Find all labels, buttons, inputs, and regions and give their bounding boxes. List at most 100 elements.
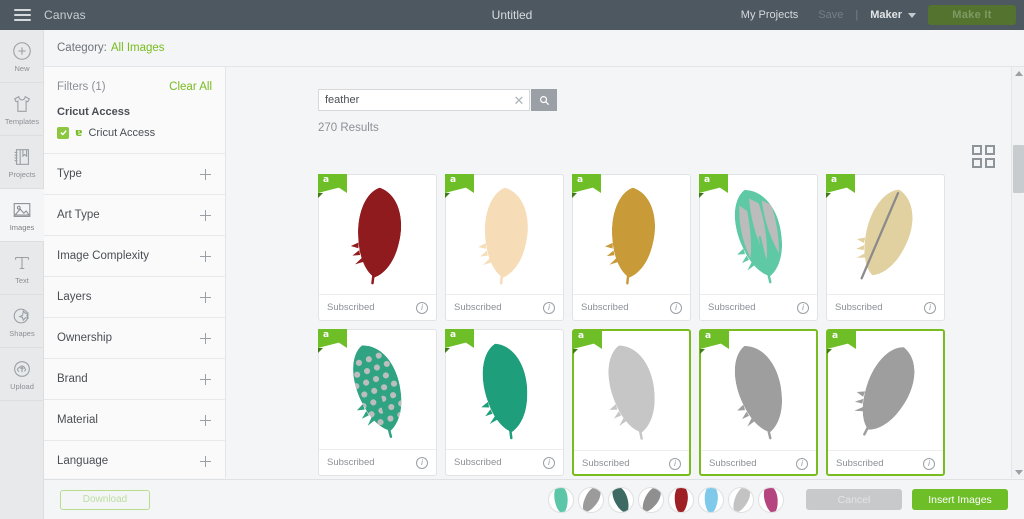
sidebar-item-projects[interactable]: Projects xyxy=(0,136,44,189)
plus-icon[interactable] xyxy=(200,373,211,385)
sidebar-item-text[interactable]: Text xyxy=(0,242,44,295)
sidebar-item-shapes[interactable]: Shapes xyxy=(0,295,44,348)
sidebar-item-images[interactable]: Images xyxy=(0,189,44,242)
image-icon xyxy=(11,199,33,221)
search-input[interactable] xyxy=(319,94,509,106)
subscribed-label: Subscribed xyxy=(835,302,883,313)
filter-group-image-complexity[interactable]: Image Complexity xyxy=(44,235,225,276)
feather-teal-gray-striped xyxy=(700,175,817,294)
image-card[interactable]: a Subscribed i xyxy=(318,174,437,321)
thumb-gray2-feather[interactable] xyxy=(638,486,664,513)
image-card[interactable]: a Subscribed i xyxy=(572,174,691,321)
image-card-footer: Subscribed i xyxy=(574,450,689,476)
scrollbar-thumb[interactable] xyxy=(1013,145,1024,193)
save-button[interactable]: Save xyxy=(808,9,853,21)
filter-group-brand[interactable]: Brand xyxy=(44,358,225,399)
filter-group-ownership[interactable]: Ownership xyxy=(44,317,225,358)
my-projects-link[interactable]: My Projects xyxy=(731,9,808,21)
image-card[interactable]: a Subscribed i xyxy=(445,329,564,476)
sidebar-item-upload[interactable]: Upload xyxy=(0,348,44,401)
scroll-down-button[interactable] xyxy=(1012,466,1024,478)
filter-group-type[interactable]: Type xyxy=(44,153,225,194)
info-icon[interactable]: i xyxy=(924,301,936,314)
cricut-access-heading: Cricut Access xyxy=(57,106,130,118)
cricut-access-checkbox-row[interactable]: ɐ Cricut Access xyxy=(57,126,212,139)
image-card[interactable]: a Subscribed i xyxy=(699,329,818,476)
grid-cell xyxy=(972,145,982,155)
feather-peach xyxy=(446,175,563,294)
image-card[interactable]: a Subscribed i xyxy=(699,174,818,321)
image-card-footer: Subscribed i xyxy=(827,294,944,320)
filter-group-art-type[interactable]: Art Type xyxy=(44,194,225,235)
hamburger-menu-icon[interactable] xyxy=(0,0,44,30)
image-card-footer: Subscribed i xyxy=(573,294,690,320)
search-icon xyxy=(539,95,549,105)
plus-icon[interactable] xyxy=(200,332,211,344)
checkbox-checked-icon[interactable] xyxy=(57,126,69,139)
image-card[interactable]: a Subscribed i xyxy=(826,329,945,476)
ribbon-fold xyxy=(445,193,450,198)
grid-cell xyxy=(972,158,982,168)
search-button[interactable] xyxy=(531,89,557,111)
sidebar-label-projects: Projects xyxy=(8,169,36,179)
cancel-button[interactable]: Cancel xyxy=(806,489,902,510)
plus-icon[interactable] xyxy=(200,414,211,426)
image-card[interactable]: a Subscribed i xyxy=(445,174,564,321)
info-icon[interactable]: i xyxy=(543,456,555,469)
canvas-label[interactable]: Canvas xyxy=(44,8,86,22)
image-card[interactable]: a Subscribed i xyxy=(826,174,945,321)
filter-group-material[interactable]: Material xyxy=(44,399,225,440)
plus-icon[interactable] xyxy=(200,291,211,303)
machine-selector[interactable]: Maker xyxy=(860,9,920,21)
plus-icon[interactable] xyxy=(200,168,211,180)
thumb-dark-teal-feather[interactable] xyxy=(608,486,634,513)
sidebar-label-shapes: Shapes xyxy=(9,328,35,338)
info-icon[interactable]: i xyxy=(669,457,681,470)
results-scrollbar[interactable] xyxy=(1011,67,1024,478)
filter-group-layers[interactable]: Layers xyxy=(44,276,225,317)
image-card[interactable]: a Subscribed i xyxy=(318,329,437,476)
info-icon[interactable]: i xyxy=(796,457,808,470)
plus-circle-icon xyxy=(11,40,33,62)
cricut-access-a-icon: ɐ xyxy=(75,126,83,139)
ribbon-fold xyxy=(318,193,323,198)
image-card[interactable]: a Subscribed i xyxy=(572,329,691,476)
category-value-link[interactable]: All Images xyxy=(111,42,165,54)
top-bar: Canvas Untitled My Projects Save | Maker… xyxy=(0,0,1024,30)
thumb-dark-red-feather[interactable] xyxy=(668,486,694,513)
insert-images-button[interactable]: Insert Images xyxy=(912,489,1008,510)
info-icon[interactable]: i xyxy=(923,457,935,470)
sidebar-item-new[interactable]: New xyxy=(0,30,44,83)
thumb-magenta-feather[interactable] xyxy=(758,486,784,513)
filter-group-language[interactable]: Language xyxy=(44,440,225,481)
filters-header: Filters (1) Clear All xyxy=(44,67,225,103)
plus-icon[interactable] xyxy=(200,455,211,467)
scroll-up-button[interactable] xyxy=(1012,67,1024,79)
info-icon[interactable]: i xyxy=(670,301,682,314)
badge-letter: a xyxy=(577,175,584,185)
info-icon[interactable]: i xyxy=(416,301,428,314)
info-icon[interactable]: i xyxy=(543,301,555,314)
make-it-button[interactable]: Make It xyxy=(928,5,1016,25)
plus-icon[interactable] xyxy=(200,209,211,221)
sidebar-item-templates[interactable]: Templates xyxy=(0,83,44,136)
thumb-light-gray-feather[interactable] xyxy=(728,486,754,513)
clear-all-button[interactable]: Clear All xyxy=(169,81,212,93)
grid-view-icon[interactable] xyxy=(972,145,995,168)
filter-label: Type xyxy=(57,168,82,180)
thumb-gray-feather[interactable] xyxy=(578,486,604,513)
left-tool-rail: New Templates Projects Images Text Shape… xyxy=(0,30,44,519)
search-box[interactable]: ✕ xyxy=(318,89,530,111)
badge-letter: a xyxy=(832,331,839,341)
filter-label: Ownership xyxy=(57,332,112,344)
info-icon[interactable]: i xyxy=(797,301,809,314)
info-icon[interactable]: i xyxy=(416,456,428,469)
thumb-light-blue-feather[interactable] xyxy=(698,486,724,513)
subscribed-label: Subscribed xyxy=(454,302,502,313)
badge-letter: a xyxy=(450,175,457,185)
download-button[interactable]: Download xyxy=(60,489,150,510)
cricut-access-filter-group: Cricut Access ɐ Cricut Access xyxy=(44,103,225,153)
thumb-teal-feather[interactable] xyxy=(548,486,574,513)
plus-icon[interactable] xyxy=(200,250,211,262)
close-icon[interactable]: ✕ xyxy=(509,94,529,107)
